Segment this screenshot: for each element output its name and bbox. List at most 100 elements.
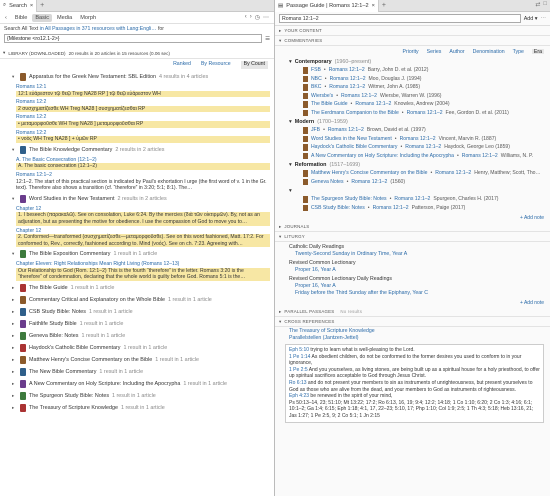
chevron-left-icon[interactable]: ‹ — [2, 14, 10, 22]
commentary-ref[interactable]: Romans 12:1–2 — [435, 170, 471, 176]
panel-menu-icon[interactable]: ⋯ — [541, 16, 547, 22]
commentary-row[interactable]: Word Studies in the New Testament • Romans… — [275, 135, 550, 144]
result-group-title[interactable]: A New Commentary on Holy Scripture: Incl… — [29, 381, 180, 387]
chevron-down-icon[interactable]: ▾ — [12, 74, 17, 80]
era-heading[interactable]: ▾ Reformation (1517–1699) — [275, 160, 550, 169]
result-group-title[interactable]: Haydock's Catholic Bible Commentary — [29, 345, 121, 351]
chevron-down-icon[interactable]: ▸ — [12, 405, 17, 411]
section-liturgy[interactable]: ▾ LITURGY — [275, 232, 550, 242]
sort-type[interactable]: Type — [513, 49, 524, 55]
result-group-title[interactable]: The New Bible Commentary — [29, 369, 96, 375]
sync-icon[interactable]: ⇄ — [535, 1, 540, 8]
tab-morph[interactable]: Morph — [77, 14, 99, 22]
commentary-ref[interactable]: Romans 12:1–2 — [400, 136, 436, 142]
commentary-ref[interactable]: Romans 12:1–2 — [341, 93, 377, 99]
result-hit[interactable]: Romans 12:1–2 12:1–2. The start of this p… — [0, 171, 274, 193]
chevron-down-icon[interactable]: ▸ — [12, 345, 17, 351]
result-group[interactable]: ▸ The Spurgeon Study Bible: Notes 1 result… — [0, 390, 274, 402]
result-hit[interactable]: A. The Basic Consecration (12:1–2) A. The… — [0, 156, 274, 171]
result-group-title[interactable]: The Bible Guide — [29, 285, 68, 291]
era-heading[interactable]: ▾ Modern (1700–1959) — [275, 117, 550, 126]
liturgy-reading-link[interactable]: Twenty-Second Sunday in Ordinary Time, Y… — [289, 251, 546, 258]
xref-reference[interactable]: Eph 4:23 — [289, 393, 309, 399]
passage-guide-tab[interactable]: ▤ Passage Guide | Romans 12:1–2 × — [275, 0, 379, 12]
result-group[interactable]: ▸ The New Bible Commentary 1 result in 1 a… — [0, 366, 274, 378]
result-hit[interactable]: Chapter 12 1. I beseech (παρακαλῶ). See o… — [0, 205, 274, 227]
hit-reference[interactable]: Chapter Eleven: Right Relationships Mean… — [16, 261, 270, 268]
result-group[interactable]: ▾ The Bible Exposition Commentary 1 result… — [0, 248, 274, 260]
result-group-title[interactable]: The Spurgeon Study Bible: Notes — [29, 393, 109, 399]
new-tab-button[interactable]: + — [382, 2, 386, 9]
liturgy-reading-link[interactable]: Friday before the Third Sunday after the… — [289, 290, 546, 297]
commentary-row[interactable]: JFB • Romans 12:1–2 Brown, David et al. (19… — [275, 126, 550, 135]
search-input[interactable]: {Milestone <ro12.1-2>} — [4, 34, 263, 43]
chevron-down-icon[interactable]: ▸ — [12, 309, 17, 315]
result-hit[interactable]: Romans 12:1 12:1 εὐάρεστον τῷ θεῷ Treg NA… — [0, 83, 274, 98]
chevron-down-icon[interactable]: ▸ — [12, 357, 17, 363]
liturgy-reading-link[interactable]: Proper 16, Year A — [289, 283, 546, 290]
hit-reference[interactable]: Chapter 12 — [16, 228, 270, 235]
chevron-down-icon[interactable]: ▾ — [12, 196, 17, 202]
xref-reference[interactable]: 1 Pe 2:5 — [289, 367, 308, 373]
result-group[interactable]: ▸ The Bible Guide 1 result in 1 article — [0, 282, 274, 294]
section-journals[interactable]: ▸ JOURNALS — [275, 222, 550, 232]
result-group-title[interactable]: The Bible Knowledge Commentary — [29, 147, 112, 153]
xref-source-link[interactable]: The Treasury of Scripture Knowledge — [289, 328, 546, 335]
hit-reference[interactable]: Romans 12:2 — [16, 114, 270, 121]
maximize-icon[interactable]: □ — [543, 1, 547, 8]
xref-reference[interactable]: Eph 5:10 — [289, 347, 309, 353]
result-group[interactable]: ▾ Word Studies in the New Testament 2 resu… — [0, 193, 274, 205]
result-hit[interactable]: Chapter 12 2. Conformed—transformed (συσχ… — [0, 227, 274, 249]
commentary-title[interactable]: FSB — [311, 67, 321, 73]
commentary-title[interactable]: A New Commentary on Holy Scripture: Incl… — [311, 153, 454, 159]
commentary-title[interactable]: Word Studies in the New Testament — [311, 136, 392, 142]
section-cross-references[interactable]: ▾ CROSS REFERENCES — [275, 317, 550, 327]
chevron-down-icon[interactable]: ▾ — [12, 251, 17, 257]
result-group-title[interactable]: Apparatus for the Greek New Testament: S… — [29, 74, 156, 80]
sort-series[interactable]: Series — [427, 49, 442, 55]
commentary-ref[interactable]: Romans 12:1–2 — [394, 196, 430, 202]
result-group[interactable]: ▾ The Bible Knowledge Commentary 2 results… — [0, 144, 274, 156]
result-group[interactable]: ▸ Matthew Henry's Concise Commentary on t… — [0, 354, 274, 366]
new-tab-button[interactable]: + — [40, 2, 44, 9]
xref-reference[interactable]: 1 Pe 1:14 — [289, 354, 310, 360]
sort-author[interactable]: Author — [449, 49, 464, 55]
commentary-ref[interactable]: Romans 12:1–2 — [355, 101, 391, 107]
close-tab-icon[interactable]: × — [30, 3, 33, 9]
commentary-row[interactable]: Matthew Henry's Concise Commentary on th… — [275, 169, 550, 178]
result-group[interactable]: ▸ The Treasury of Scripture Knowledge 1 re… — [0, 402, 274, 414]
xref-reference[interactable]: Ro 6:13 — [289, 380, 307, 386]
commentary-title[interactable]: CSB Study Bible: Notes — [311, 205, 365, 211]
commentary-row[interactable]: The Bible Guide • Romans 12:1–2 Knowles, An… — [275, 100, 550, 109]
commentary-ref[interactable]: Romans 12:1–2 — [329, 67, 365, 73]
hit-reference[interactable]: Romans 12:1–2 — [16, 172, 270, 179]
reference-input[interactable]: Romans 12:1–2 — [279, 14, 521, 23]
result-group[interactable]: ▸ Commentary Critical and Explanatory on … — [0, 294, 274, 306]
search-tab[interactable]: ⌕ Search × — [0, 0, 38, 12]
chevron-down-icon[interactable]: ▸ — [12, 333, 17, 339]
history-icon[interactable]: ◷ — [255, 14, 260, 21]
hit-reference[interactable]: A. The Basic Consecration (12:1–2) — [16, 157, 270, 164]
commentary-row[interactable]: CSB Study Bible: Notes • Romans 12:1–2 Patt… — [275, 204, 550, 213]
chevron-down-icon[interactable]: ▸ — [12, 369, 17, 375]
result-group[interactable]: ▸ Geneva Bible: Notes 1 result in 1 articl… — [0, 330, 274, 342]
result-hit[interactable]: Chapter Eleven: Right Relationships Mean… — [0, 260, 274, 282]
result-group[interactable]: ▸ Faithlife Study Bible 1 result in 1 arti… — [0, 318, 274, 330]
commentary-ref[interactable]: Romans 12:1–2 — [407, 110, 443, 116]
section-parallel-passages[interactable]: ▸ PARALLEL PASSAGES No results — [275, 307, 550, 317]
era-heading[interactable]: ▾ — [275, 186, 550, 195]
commentary-title[interactable]: The Eerdmans Companion to the Bible — [311, 110, 399, 116]
commentary-row[interactable]: FSB • Romans 12:1–2 Barry, John D. et al. (… — [275, 66, 550, 75]
chevron-down-icon[interactable]: ▸ — [12, 285, 17, 291]
chevron-down-icon[interactable]: ▸ — [12, 393, 17, 399]
result-hit[interactable]: Romans 12:2 • νοὸς WH Treg NA28 ] + ὑμῶν … — [0, 129, 274, 144]
commentary-title[interactable]: The Spurgeon Study Bible: Notes — [311, 196, 387, 202]
result-group-title[interactable]: Geneva Bible: Notes — [29, 333, 78, 339]
sort-ranked[interactable]: Ranked — [173, 61, 191, 69]
result-group-title[interactable]: The Bible Exposition Commentary — [29, 251, 111, 257]
tab-media[interactable]: Media — [54, 14, 75, 22]
hit-reference[interactable]: Romans 12:1 — [16, 84, 270, 91]
commentary-row[interactable]: The Eerdmans Companion to the Bible • Roma… — [275, 109, 550, 118]
commentary-title[interactable]: BKC — [311, 84, 321, 90]
panel-menu-icon[interactable]: ⋯ — [263, 14, 269, 21]
